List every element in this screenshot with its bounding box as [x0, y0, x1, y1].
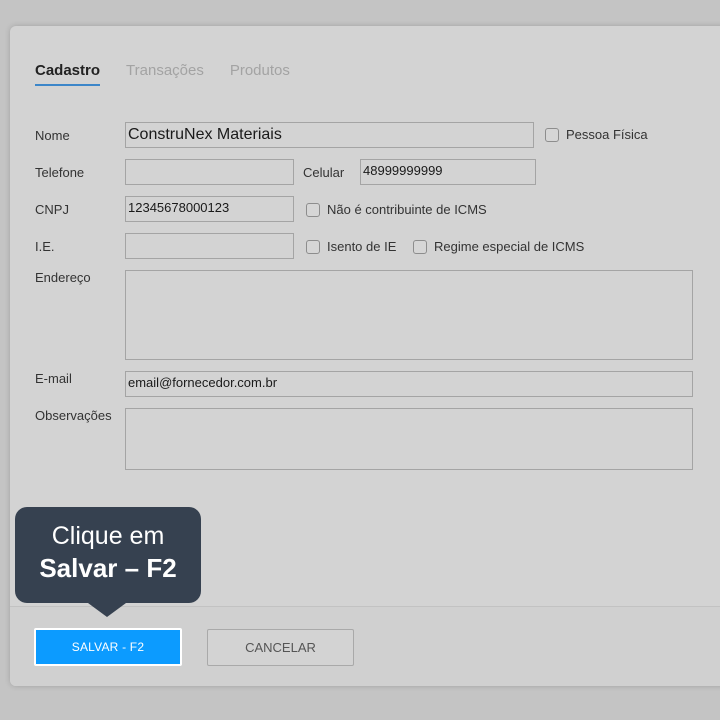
- ie-input[interactable]: [125, 233, 294, 259]
- regime-especial-label: Regime especial de ICMS: [434, 239, 585, 254]
- background-fragment: [0, 112, 10, 124]
- nao-contribuinte-box[interactable]: [306, 202, 320, 217]
- cancel-button[interactable]: CANCELAR: [207, 629, 354, 666]
- nao-contribuinte-checkbox[interactable]: Não é contribuinte de ICMS: [306, 202, 487, 217]
- pessoa-fisica-label: Pessoa Física: [566, 127, 648, 142]
- endereco-textarea[interactable]: [125, 270, 693, 360]
- tooltip-line-1: Clique em: [51, 522, 165, 550]
- save-button[interactable]: SALVAR - F2: [34, 628, 182, 666]
- isento-ie-label: Isento de IE: [327, 239, 397, 254]
- nao-contribuinte-label: Não é contribuinte de ICMS: [327, 202, 487, 217]
- tab-cadastro[interactable]: Cadastro: [35, 62, 101, 86]
- cnpj-label: CNPJ: [35, 202, 69, 217]
- celular-input[interactable]: 48999999999: [360, 159, 536, 185]
- endereco-label: Endereço: [35, 270, 91, 285]
- tab-bar: Cadastro Transações Produtos: [35, 62, 316, 86]
- tab-produtos[interactable]: Produtos: [230, 62, 290, 86]
- nome-label: Nome: [35, 128, 70, 143]
- isento-ie-checkbox[interactable]: Isento de IE: [306, 239, 396, 254]
- regime-especial-checkbox[interactable]: Regime especial de ICMS: [413, 239, 584, 254]
- cnpj-input[interactable]: 12345678000123: [125, 196, 294, 222]
- email-label: E-mail: [35, 371, 72, 386]
- ie-label: I.E.: [35, 239, 55, 254]
- telefone-label: Telefone: [35, 165, 85, 180]
- telefone-input[interactable]: [125, 159, 294, 185]
- tooltip-line-2: Salvar – F2: [39, 553, 177, 583]
- pessoa-fisica-box[interactable]: [545, 127, 559, 142]
- pessoa-fisica-checkbox[interactable]: Pessoa Física: [545, 127, 648, 142]
- nome-input[interactable]: ConstruNex Materiais: [125, 122, 534, 148]
- tab-transacoes[interactable]: Transações: [126, 62, 204, 86]
- isento-ie-box[interactable]: [306, 239, 320, 254]
- email-input[interactable]: email@fornecedor.com.br: [125, 371, 693, 397]
- observacoes-label: Observações: [35, 408, 112, 423]
- celular-label: Celular: [303, 165, 345, 180]
- save-hint-tooltip: Clique em Salvar – F2: [15, 507, 201, 603]
- observacoes-textarea[interactable]: [125, 408, 693, 470]
- dialog-footer: SALVAR - F2 CANCELAR: [10, 606, 720, 686]
- regime-especial-box[interactable]: [413, 239, 427, 254]
- tooltip-arrow: [88, 603, 126, 617]
